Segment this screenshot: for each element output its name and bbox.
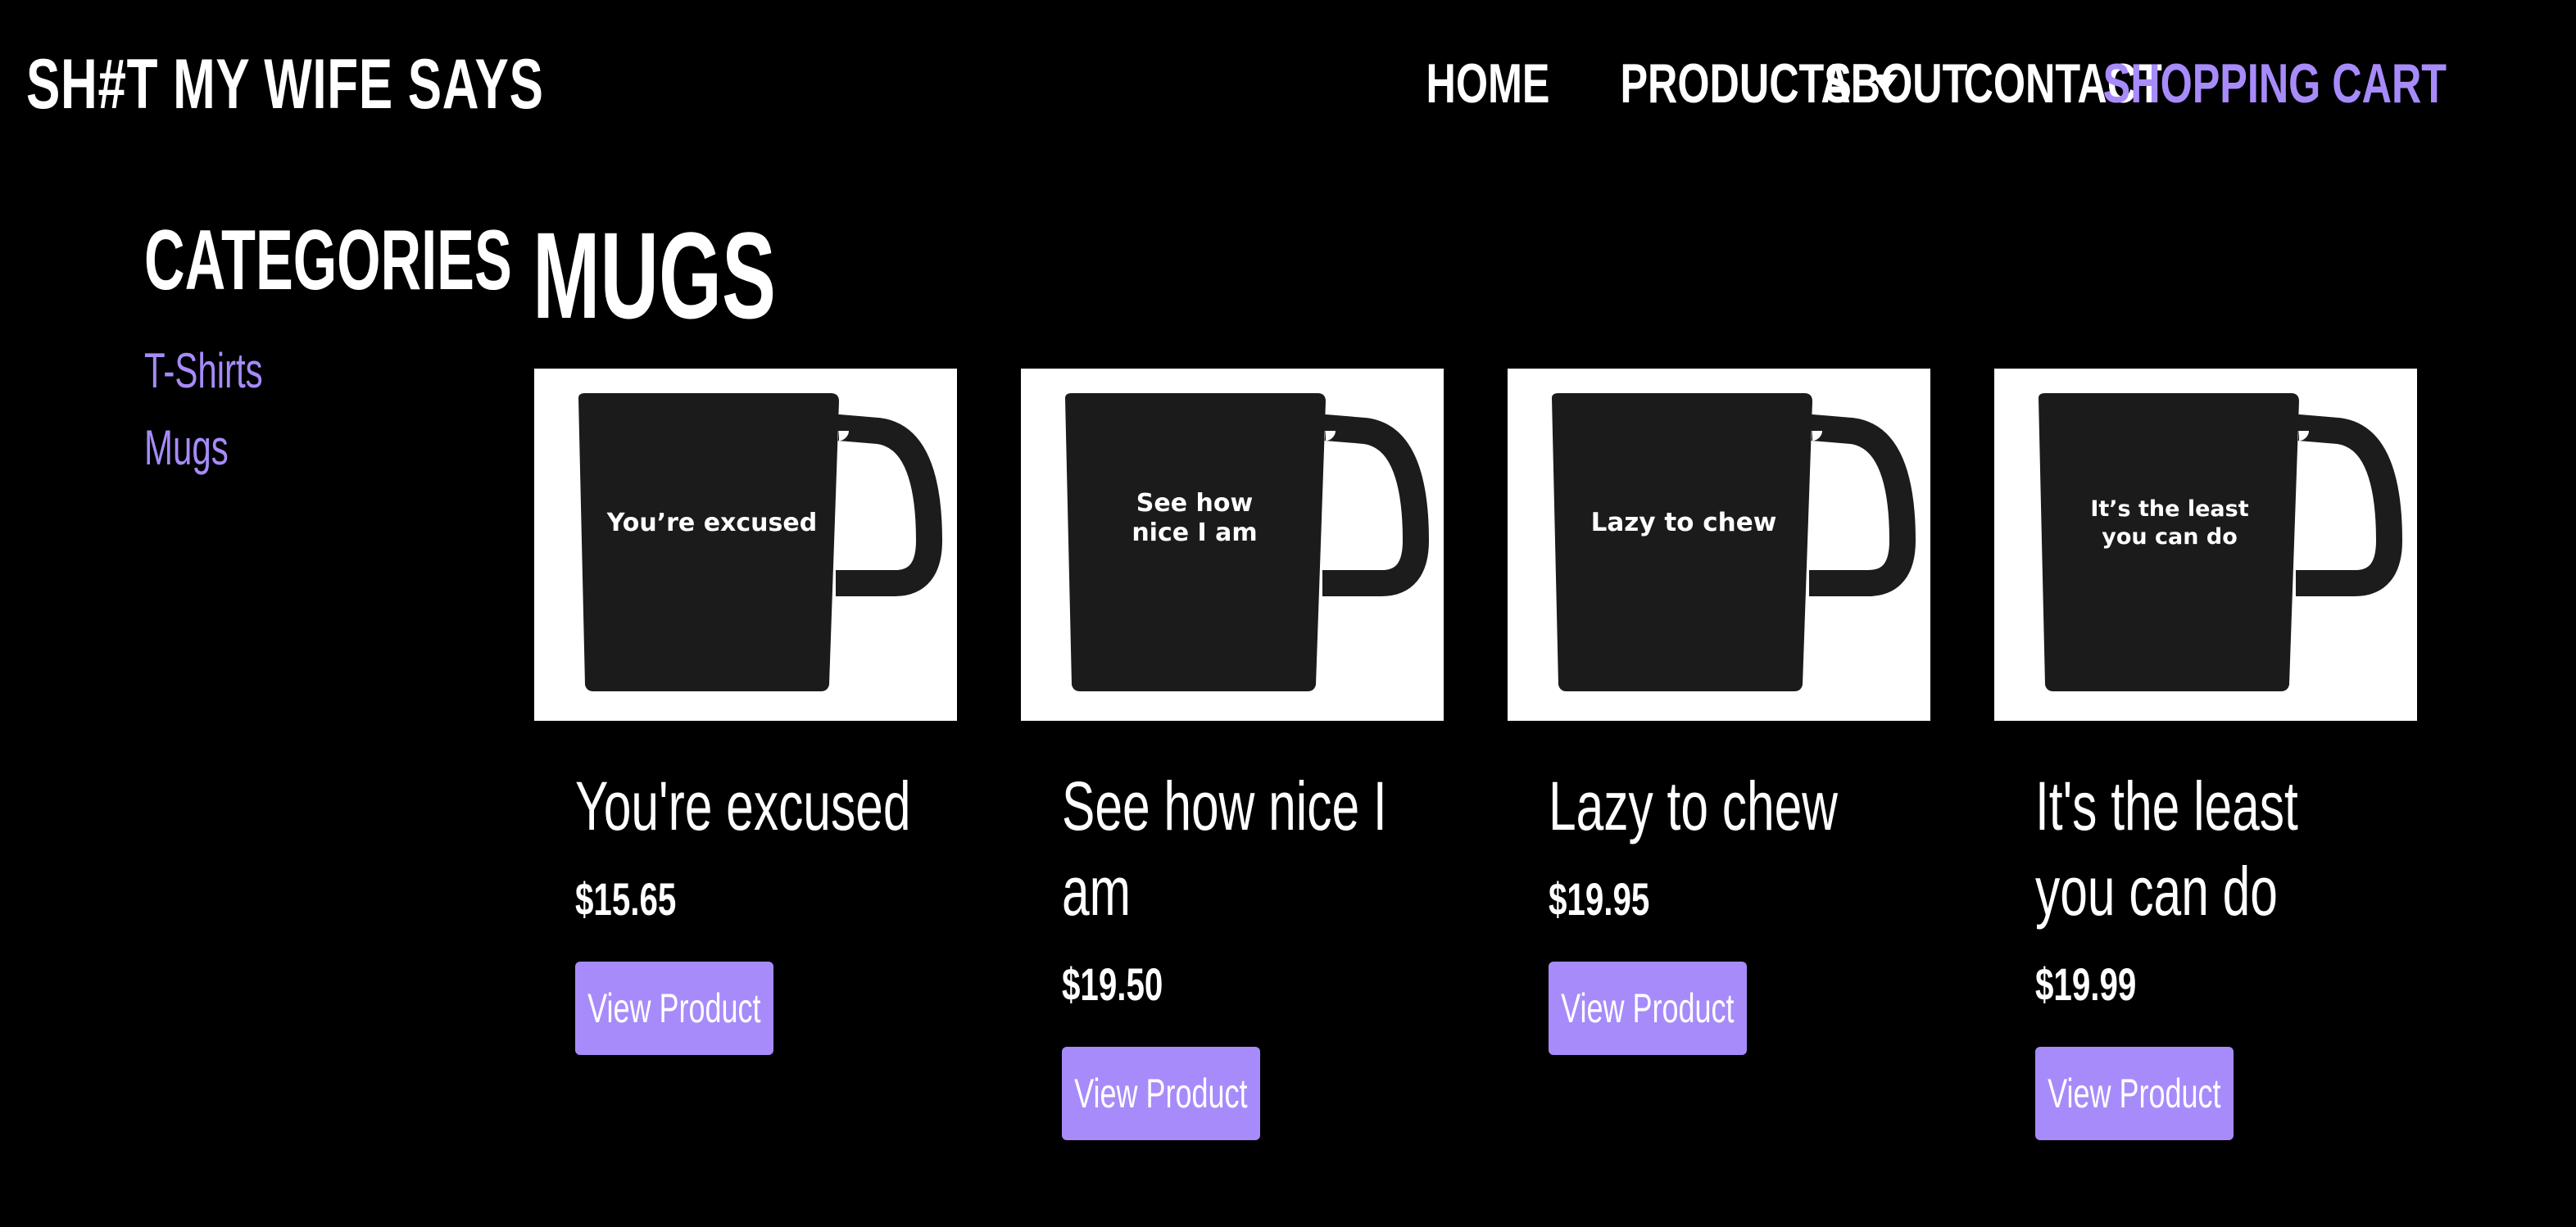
view-product-label: View Product bbox=[1074, 1071, 1248, 1116]
product-image[interactable]: See how nice I am bbox=[1021, 369, 1444, 721]
product-image[interactable]: You’re excused bbox=[534, 369, 957, 721]
mug-print-text: Lazy to chew bbox=[1591, 508, 1777, 537]
product-title[interactable]: See how nice I am bbox=[1062, 763, 1416, 934]
main-nav: HOME PRODUCTS ABOUT CONTACT SHOPPING CAR… bbox=[1426, 43, 2519, 125]
category-link-tshirts[interactable]: T-Shirts bbox=[144, 333, 385, 410]
product-price: $19.95 bbox=[1549, 873, 1650, 925]
shopping-cart-label: SHOPPING CART bbox=[2102, 52, 2447, 115]
nav-shopping-cart[interactable]: SHOPPING CART bbox=[2103, 51, 2519, 116]
mug-print-text: You’re excused bbox=[606, 509, 817, 537]
mug-print-text: nice I am bbox=[1132, 518, 1257, 547]
product-price: $15.65 bbox=[575, 873, 677, 925]
view-product-button[interactable]: View Product bbox=[1549, 962, 1747, 1055]
product-title[interactable]: Lazy to chew bbox=[1549, 763, 1903, 849]
product-card: You’re excused You're excused $15.65 Vie… bbox=[534, 369, 957, 1140]
product-title[interactable]: You're excused bbox=[575, 763, 929, 849]
product-title[interactable]: It's the least you can do bbox=[2035, 763, 2389, 934]
product-card: Lazy to chew Lazy to chew $19.95 View Pr… bbox=[1508, 369, 1930, 1140]
site-header: SH#T MY WIFE SAYS HOME PRODUCTS ABOUT CO… bbox=[0, 0, 2576, 164]
nav-products-label: PRODUCTS bbox=[1620, 52, 1852, 115]
category-link-mugs[interactable]: Mugs bbox=[144, 410, 385, 487]
nav-home[interactable]: HOME bbox=[1426, 52, 1550, 115]
view-product-label: View Product bbox=[1561, 985, 1735, 1031]
view-product-button[interactable]: View Product bbox=[1062, 1047, 1260, 1140]
product-image[interactable]: Lazy to chew bbox=[1508, 369, 1930, 721]
view-product-label: View Product bbox=[2048, 1071, 2221, 1116]
nav-about[interactable]: ABOUT bbox=[1821, 52, 1968, 115]
product-image[interactable]: It’s the least you can do bbox=[1994, 369, 2417, 721]
mug-print-text: See how bbox=[1136, 489, 1253, 518]
view-product-button[interactable]: View Product bbox=[575, 962, 773, 1055]
categories-sidebar: CATEGORIES T-Shirts Mugs bbox=[144, 211, 512, 487]
product-price: $19.99 bbox=[2035, 958, 2137, 1010]
product-price: $19.50 bbox=[1062, 958, 1163, 1010]
nav-products-dropdown[interactable]: PRODUCTS bbox=[1571, 52, 1898, 115]
view-product-label: View Product bbox=[587, 985, 761, 1031]
site-logo[interactable]: SH#T MY WIFE SAYS bbox=[26, 39, 544, 129]
view-product-button[interactable]: View Product bbox=[2035, 1047, 2234, 1140]
mug-print-text: It’s the least bbox=[2090, 496, 2248, 522]
mug-print-text: you can do bbox=[2102, 524, 2238, 550]
sidebar-title: CATEGORIES bbox=[144, 213, 512, 308]
product-grid: You’re excused You're excused $15.65 Vie… bbox=[534, 369, 2417, 1140]
product-card: It’s the least you can do It's the least… bbox=[1994, 369, 2417, 1140]
page-title: MUGS bbox=[533, 206, 776, 344]
product-card: See how nice I am See how nice I am $19.… bbox=[1021, 369, 1444, 1140]
